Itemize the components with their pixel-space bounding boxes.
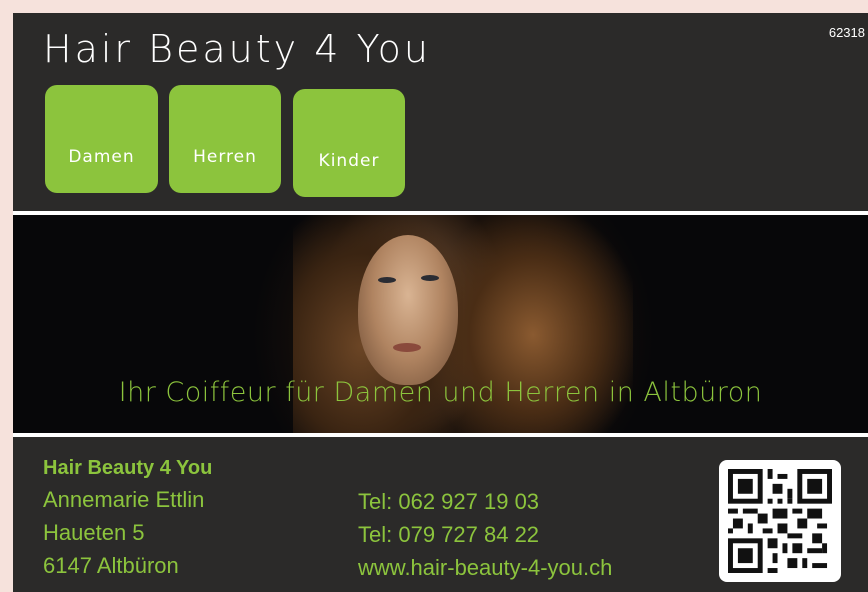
- bottom-divider: [13, 433, 868, 437]
- category-tile-damen[interactable]: Damen: [45, 85, 158, 193]
- tagline: Ihr Coiffeur für Damen und Herren in Alt…: [118, 377, 763, 408]
- hero-banner: Ihr Coiffeur für Damen und Herren in Alt…: [13, 215, 868, 433]
- street-address: Haueten 5: [43, 520, 145, 545]
- address-block: Hair Beauty 4 You Annemarie Ettlin Hauet…: [43, 453, 212, 582]
- owner-name: Annemarie Ettlin: [43, 487, 205, 512]
- advertisement-card: 62318 Hair Beauty 4 You Damen Herren Kin…: [13, 13, 868, 592]
- lips: [393, 343, 421, 352]
- brand-title: Hair Beauty 4 You: [43, 27, 431, 71]
- right-eye: [421, 275, 439, 281]
- qr-code-icon[interactable]: [719, 460, 841, 582]
- phone-2[interactable]: Tel: 079 727 84 22: [358, 518, 612, 551]
- model-face: [358, 235, 458, 385]
- qr-code-graphic: [728, 469, 832, 573]
- category-label-kinder: Kinder: [318, 151, 380, 171]
- phone-1[interactable]: Tel: 062 927 19 03: [358, 485, 612, 518]
- left-eye: [378, 277, 396, 283]
- category-label-herren: Herren: [193, 147, 257, 167]
- category-tile-herren[interactable]: Herren: [169, 85, 281, 193]
- city-address: 6147 Altbüron: [43, 553, 179, 578]
- category-label-damen: Damen: [68, 147, 135, 167]
- website-link[interactable]: www.hair-beauty-4-you.ch: [358, 551, 612, 584]
- category-tile-kinder[interactable]: Kinder: [293, 89, 405, 197]
- ad-number: 62318: [828, 25, 865, 40]
- contact-block: Tel: 062 927 19 03 Tel: 079 727 84 22 ww…: [358, 485, 612, 584]
- business-name: Hair Beauty 4 You: [43, 457, 213, 479]
